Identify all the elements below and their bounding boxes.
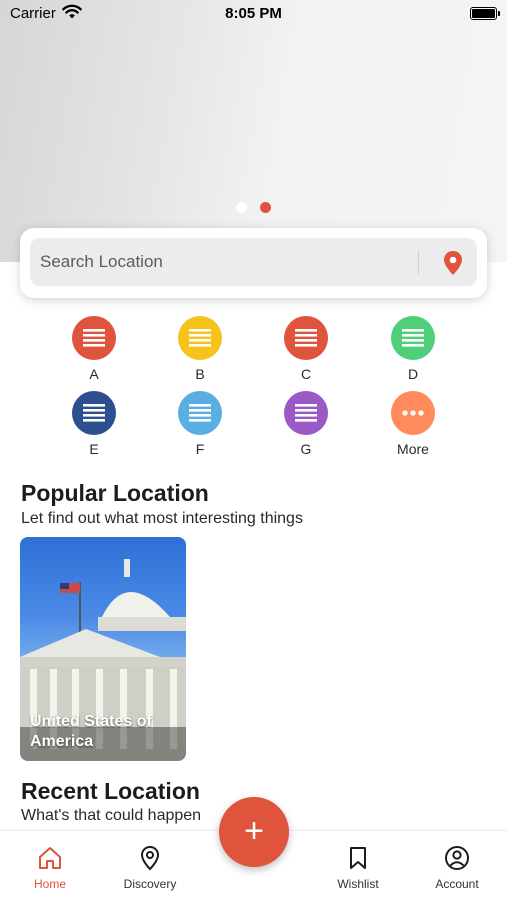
search-card: Search Location — [20, 228, 487, 298]
category-label: E — [89, 441, 99, 457]
nav-wishlist[interactable]: Wishlist — [318, 845, 398, 891]
place-card[interactable]: United States of America — [20, 537, 186, 761]
status-bar: Carrier 8:05 PM — [0, 0, 507, 28]
list-icon — [72, 391, 116, 435]
popular-section-subtitle: Let find out what most interesting thing… — [21, 510, 303, 527]
category-label: More — [397, 441, 429, 457]
category-label: D — [407, 366, 419, 382]
recent-section-title: Recent Location — [21, 778, 200, 804]
category-e[interactable]: E — [59, 391, 129, 457]
popular-section-title: Popular Location — [21, 480, 209, 506]
banner-carousel[interactable]: Carrier 8:05 PM — [0, 0, 507, 262]
status-time: 8:05 PM — [225, 5, 282, 22]
list-icon — [284, 316, 328, 360]
place-name: United States of America — [30, 713, 152, 750]
category-d[interactable]: D — [378, 316, 448, 382]
carousel-indicator — [0, 200, 507, 218]
list-icon — [284, 391, 328, 435]
nav-account[interactable]: Account — [417, 845, 497, 891]
carousel-dot-2[interactable] — [259, 202, 271, 213]
category-label: G — [300, 441, 312, 457]
list-icon — [178, 391, 222, 435]
category-a[interactable]: A — [59, 316, 129, 382]
search-divider — [418, 250, 419, 274]
category-label: B — [195, 366, 205, 382]
more-dots-icon — [391, 391, 435, 435]
nav-discovery[interactable]: Discovery — [110, 845, 190, 891]
add-button[interactable]: + — [219, 797, 289, 867]
recent-section-subtitle: What's that could happen — [21, 807, 202, 824]
nav-label: Account — [435, 877, 479, 891]
home-icon — [39, 847, 61, 869]
list-icon — [178, 316, 222, 360]
list-icon — [72, 316, 116, 360]
category-b[interactable]: B — [165, 316, 235, 382]
location-pin-icon[interactable] — [442, 250, 464, 276]
carousel-dot-1[interactable] — [236, 202, 248, 213]
category-label: F — [195, 441, 205, 457]
search-input[interactable]: Search Location — [30, 238, 477, 286]
nav-label: Home — [33, 877, 66, 891]
nav-label: Wishlist — [337, 877, 379, 891]
list-icon — [391, 316, 435, 360]
category-label: A — [89, 366, 99, 382]
category-label: C — [300, 366, 312, 382]
search-placeholder: Search Location — [40, 252, 163, 271]
battery-icon — [470, 7, 500, 20]
nav-label: Discovery — [123, 877, 177, 891]
app-screen: Carrier 8:05 PM Search Location A B C D … — [0, 0, 507, 900]
nav-home[interactable]: Home — [10, 845, 90, 891]
account-icon — [445, 846, 469, 870]
category-g[interactable]: G — [271, 391, 341, 457]
category-f[interactable]: F — [165, 391, 235, 457]
location-pin-icon — [140, 845, 160, 871]
bookmark-icon — [350, 847, 366, 869]
category-c[interactable]: C — [271, 316, 341, 382]
category-more[interactable]: More — [378, 391, 448, 457]
